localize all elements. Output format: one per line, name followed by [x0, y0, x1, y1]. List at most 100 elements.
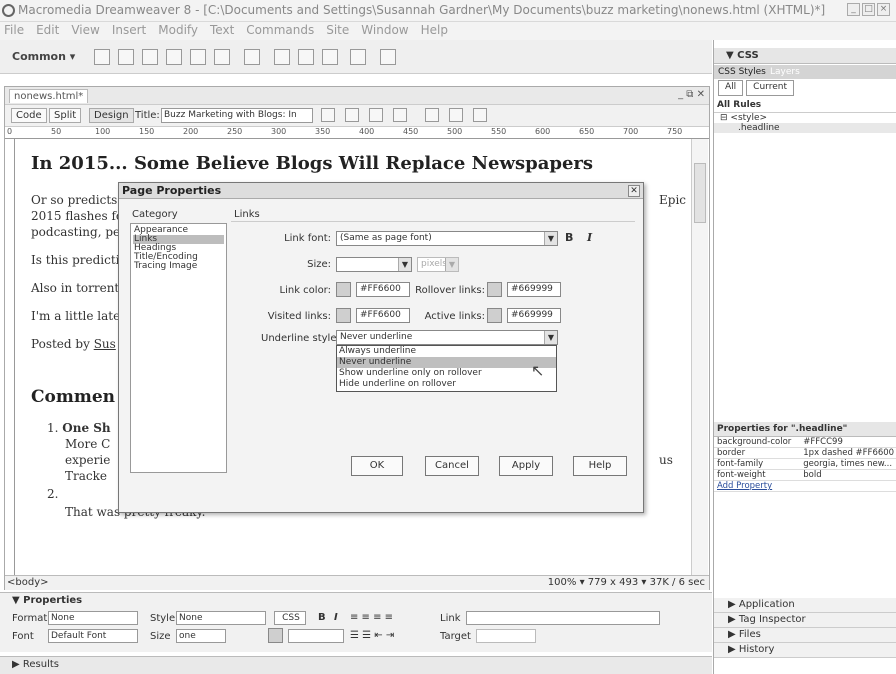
menu-site[interactable]: Site — [326, 22, 349, 40]
list-indent-icons[interactable]: ☰ ☰ ⇤ ⇥ — [350, 630, 394, 641]
media-icon[interactable] — [244, 49, 260, 65]
results-panel[interactable]: ▶ Results — [0, 656, 712, 674]
rollover-color-input[interactable]: #669999 — [507, 282, 561, 297]
css-panel-header[interactable]: ▼ CSS — [714, 48, 896, 64]
visited-color-swatch[interactable] — [336, 308, 351, 323]
current-button[interactable]: Current — [746, 80, 794, 96]
apply-button[interactable]: Apply — [499, 456, 553, 476]
text-color-input[interactable] — [288, 629, 344, 643]
menu-modify[interactable]: Modify — [158, 22, 198, 40]
help-button[interactable]: Help — [573, 456, 627, 476]
style-dropdown[interactable]: None — [176, 611, 266, 625]
menu-file[interactable]: File — [4, 22, 24, 40]
paragraph-line[interactable]: Or so predicts — [31, 193, 117, 207]
insert-category-dropdown[interactable]: Common ▾ — [12, 50, 75, 63]
tab-layers[interactable]: Layers — [770, 67, 800, 77]
hyperlink-icon[interactable] — [94, 49, 110, 65]
menu-window[interactable]: Window — [361, 22, 408, 40]
link-font-dropdown[interactable]: (Same as page font) ▼ — [336, 231, 558, 246]
underline-style-dropdown[interactable]: Never underline ▼ — [336, 330, 558, 345]
design-view-button[interactable]: Design — [89, 108, 134, 123]
templates-icon[interactable] — [350, 49, 366, 65]
preview-browser-icon[interactable] — [345, 108, 359, 122]
panel-tag-inspector[interactable]: ▶ Tag Inspector — [714, 613, 896, 628]
tab-css-styles[interactable]: CSS Styles — [718, 67, 766, 77]
paragraph-line[interactable]: podcasting, pe — [31, 225, 120, 239]
align-buttons-icon[interactable]: ≡ ≡ ≡ ≡ — [350, 612, 393, 623]
active-color-input[interactable]: #669999 — [507, 308, 561, 323]
refresh-design-icon[interactable] — [393, 108, 407, 122]
minimize-icon[interactable]: _ — [847, 3, 860, 16]
all-button[interactable]: All — [718, 80, 744, 96]
menu-text[interactable]: Text — [210, 22, 234, 40]
properties-header[interactable]: ▼ Properties — [12, 595, 82, 606]
vertical-scrollbar[interactable] — [691, 139, 708, 579]
menu-insert[interactable]: Insert — [112, 22, 146, 40]
tag-chooser-icon[interactable] — [380, 49, 396, 65]
view-options-icon[interactable] — [425, 108, 439, 122]
document-window-controls[interactable]: _ ⧉ ✕ — [678, 89, 705, 100]
panel-application[interactable]: ▶ Application — [714, 598, 896, 613]
rollover-color-swatch[interactable] — [487, 282, 502, 297]
size-dropdown[interactable]: one — [176, 629, 226, 643]
maximize-icon[interactable]: □ — [862, 3, 875, 16]
format-dropdown[interactable]: None — [48, 611, 138, 625]
css-button[interactable]: CSS — [274, 611, 306, 625]
italic-button[interactable]: I — [334, 612, 338, 623]
font-dropdown[interactable]: Default Font — [48, 629, 138, 643]
table-icon[interactable] — [166, 49, 182, 65]
document-tab[interactable]: nonews.html* — [9, 89, 89, 103]
tag-selector[interactable]: <body> — [7, 577, 49, 588]
css-property-row[interactable]: border 1px dashed #FF6600 — [714, 447, 896, 459]
paragraph-line-tail[interactable]: Epic — [659, 193, 686, 207]
images-icon[interactable] — [214, 49, 230, 65]
panel-files[interactable]: ▶ Files — [714, 628, 896, 643]
comment-icon[interactable] — [322, 49, 338, 65]
paragraph-line[interactable]: 2015 flashes fo — [31, 209, 123, 223]
comments-heading[interactable]: Commen — [31, 387, 115, 407]
paragraph-line[interactable]: I'm a little late — [31, 309, 120, 323]
underline-option[interactable]: Always underline — [337, 346, 556, 357]
size-dropdown[interactable]: ▼ — [336, 257, 412, 272]
zoom-size-info[interactable]: 100% ▾ 779 x 493 ▾ 37K / 6 sec — [548, 577, 705, 588]
underline-option-highlighted[interactable]: Never underline — [337, 357, 556, 368]
layer-icon[interactable] — [190, 49, 206, 65]
rule-style-node[interactable]: ⊟ <style> — [714, 113, 896, 123]
file-management-icon[interactable] — [321, 108, 335, 122]
named-anchor-icon[interactable] — [142, 49, 158, 65]
scrollbar-thumb[interactable] — [694, 163, 706, 223]
add-property-link[interactable]: Add Property — [714, 480, 896, 492]
paragraph-line[interactable]: Is this predictio — [31, 253, 127, 267]
debug-icon[interactable] — [369, 108, 383, 122]
rule-headline-node[interactable]: .headline — [714, 123, 896, 133]
comment-line-tail[interactable]: us — [659, 453, 673, 467]
visited-color-input[interactable]: #FF6600 — [356, 308, 410, 323]
link-input[interactable] — [466, 611, 660, 625]
menu-view[interactable]: View — [71, 22, 99, 40]
category-item[interactable]: Tracing Image — [133, 262, 224, 271]
underline-option[interactable]: Show underline only on rollover — [337, 368, 556, 379]
text-color-swatch[interactable] — [268, 628, 283, 643]
css-property-row[interactable]: font-weight bold — [714, 469, 896, 481]
underline-style-options[interactable]: Always underline Never underline Show un… — [336, 345, 557, 392]
cancel-button[interactable]: Cancel — [425, 456, 479, 476]
close-icon[interactable]: ✕ — [628, 185, 640, 197]
close-icon[interactable]: × — [877, 3, 890, 16]
comment-line[interactable]: experie — [65, 453, 110, 467]
split-view-button[interactable]: Split — [49, 108, 82, 123]
comment-line[interactable]: Tracke — [65, 469, 107, 483]
validate-markup-icon[interactable] — [473, 108, 487, 122]
menu-help[interactable]: Help — [421, 22, 448, 40]
paragraph-line[interactable]: Also in torrent — [31, 281, 119, 295]
comment-item[interactable]: 1. One Sh — [47, 421, 111, 435]
comment-line[interactable]: More C — [65, 437, 110, 451]
underline-option[interactable]: Hide underline on rollover — [337, 379, 556, 390]
posted-by-line[interactable]: Posted by Sus — [31, 337, 116, 351]
date-icon[interactable] — [274, 49, 290, 65]
menu-edit[interactable]: Edit — [36, 22, 59, 40]
visual-aids-icon[interactable] — [449, 108, 463, 122]
panel-history[interactable]: ▶ History — [714, 643, 896, 658]
document-title-input[interactable]: Buzz Marketing with Blogs: In — [161, 108, 313, 123]
active-color-swatch[interactable] — [487, 308, 502, 323]
code-view-button[interactable]: Code — [11, 108, 47, 123]
